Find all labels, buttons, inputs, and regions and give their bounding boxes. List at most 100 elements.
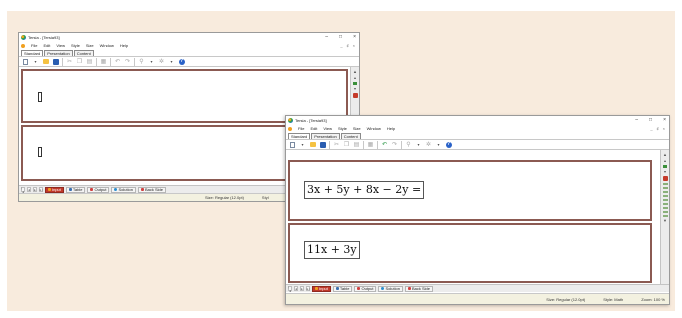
redo-icon[interactable]: ↷ (124, 58, 131, 65)
menu-edit[interactable]: Edit (310, 126, 317, 131)
last-tab-button[interactable]: ►| (39, 187, 43, 192)
doc-close-button[interactable]: × (663, 126, 665, 131)
doc-minimize-button[interactable]: _ (340, 43, 342, 48)
menu-style[interactable]: Style (71, 43, 80, 48)
format-icon[interactable]: ▦ (367, 141, 374, 148)
tab-output[interactable]: Output (87, 186, 110, 193)
tab-solution[interactable]: Solution (111, 186, 136, 193)
new-icon[interactable] (22, 58, 29, 65)
vertical-scrollbar[interactable]: ▲ ▴ ▾ ▼ (660, 150, 669, 284)
menu-window[interactable]: Window (100, 43, 114, 48)
tab-solution[interactable]: Solution (378, 285, 403, 292)
tab-input[interactable]: Input (312, 285, 331, 292)
close-button[interactable]: × (663, 118, 666, 123)
next-tab-button[interactable]: ► (33, 187, 37, 192)
empty-expression-box[interactable] (38, 92, 42, 102)
expression-output[interactable]: 11x + 3y (304, 241, 360, 259)
chevron-down-icon[interactable]: ▾ (168, 58, 175, 65)
undo-icon[interactable]: ↶ (114, 58, 121, 65)
input-icon (315, 287, 318, 290)
expression-input[interactable]: 3x + 5y + 8x − 2y = (304, 181, 425, 199)
document-icon[interactable] (288, 126, 292, 131)
prev-tab-button[interactable]: ◄ (294, 286, 298, 291)
zoom-icon[interactable]: ⚲ (405, 141, 412, 148)
open-icon[interactable] (309, 141, 316, 148)
tab-table[interactable]: Table (65, 186, 86, 193)
chevron-down-icon[interactable]: ▾ (148, 58, 155, 65)
toolbar-tab-content[interactable]: Content (73, 50, 94, 56)
chevron-down-icon[interactable]: ▾ (415, 141, 422, 148)
document-icon[interactable] (21, 43, 25, 48)
menu-view[interactable]: View (56, 43, 65, 48)
menu-help[interactable]: Help (120, 43, 128, 48)
prev-tab-button[interactable]: ◄ (27, 187, 31, 192)
toolbar-tab-presentation[interactable]: Presentation (44, 50, 73, 56)
empty-expression-box[interactable] (38, 147, 42, 157)
paste-icon[interactable]: ▤ (86, 58, 93, 65)
close-button[interactable]: × (353, 35, 356, 40)
minimize-button[interactable]: – (635, 118, 638, 123)
last-tab-button[interactable]: ►| (306, 286, 310, 291)
cut-icon[interactable]: ✂ (66, 58, 73, 65)
zoom-icon[interactable]: ⚲ (138, 58, 145, 65)
doc-minimize-button[interactable]: _ (650, 126, 652, 131)
scroll-thumb[interactable] (352, 93, 358, 98)
scroll-down-icon[interactable]: ▾ (353, 87, 357, 91)
menu-view[interactable]: View (323, 126, 332, 131)
redo-icon[interactable]: ↷ (391, 141, 398, 148)
new-icon[interactable] (289, 141, 296, 148)
doc-restore-button[interactable]: ♯ (657, 126, 659, 131)
chevron-down-icon[interactable]: ▾ (299, 141, 306, 148)
tab-back-side[interactable]: Back Side (404, 285, 433, 292)
minimize-button[interactable]: – (325, 35, 328, 40)
menu-style[interactable]: Style (338, 126, 347, 131)
toolbar-tab-presentation[interactable]: Presentation (311, 133, 340, 139)
scroll-up-icon[interactable]: ▴ (663, 159, 667, 163)
format-icon[interactable]: ▦ (100, 58, 107, 65)
tab-output[interactable]: Output (354, 285, 377, 292)
chevron-down-icon[interactable]: ▾ (32, 58, 39, 65)
cut-icon[interactable]: ✂ (333, 141, 340, 148)
settings-icon[interactable]: ✲ (158, 58, 165, 65)
scroll-up-icon[interactable]: ▲ (353, 70, 357, 74)
menu-edit[interactable]: Edit (43, 43, 50, 48)
scroll-up-icon[interactable]: ▴ (353, 76, 357, 80)
doc-restore-button[interactable]: ♯ (347, 43, 349, 48)
open-icon[interactable] (42, 58, 49, 65)
menu-size[interactable]: Size (353, 126, 361, 131)
first-tab-button[interactable]: |◄ (288, 285, 292, 293)
help-icon[interactable]: ? (178, 58, 185, 65)
settings-icon[interactable]: ✲ (425, 141, 432, 148)
maximize-button[interactable]: □ (649, 118, 652, 123)
scroll-thumb[interactable] (662, 176, 668, 181)
chevron-down-icon[interactable]: ▾ (435, 141, 442, 148)
output-sheet[interactable]: 11x + 3y (288, 223, 652, 283)
copy-icon[interactable]: ❐ (343, 141, 350, 148)
next-tab-button[interactable]: ► (300, 286, 304, 291)
doc-close-button[interactable]: × (353, 43, 355, 48)
menu-help[interactable]: Help (387, 126, 395, 131)
copy-icon[interactable]: ❐ (76, 58, 83, 65)
indicator-icon (353, 82, 357, 85)
undo-icon[interactable]: ↶ (381, 141, 388, 148)
help-icon[interactable]: ? (445, 141, 452, 148)
save-icon[interactable] (52, 58, 59, 65)
menu-window[interactable]: Window (367, 126, 381, 131)
maximize-button[interactable]: □ (339, 35, 342, 40)
save-icon[interactable] (319, 141, 326, 148)
tab-back-side[interactable]: Back Side (137, 186, 166, 193)
menu-file[interactable]: File (31, 43, 37, 48)
first-tab-button[interactable]: |◄ (21, 186, 25, 194)
toolbar-tab-standard[interactable]: Standard (21, 50, 44, 56)
menu-file[interactable]: File (298, 126, 304, 131)
toolbar-tab-content[interactable]: Content (340, 133, 361, 139)
toolbar-tab-standard[interactable]: Standard (288, 133, 311, 139)
menu-size[interactable]: Size (86, 43, 94, 48)
scroll-down-icon[interactable]: ▼ (663, 219, 667, 223)
tab-input[interactable]: Input (45, 186, 64, 193)
scroll-down-icon[interactable]: ▾ (663, 170, 667, 174)
scroll-up-icon[interactable]: ▲ (663, 153, 667, 157)
paste-icon[interactable]: ▤ (353, 141, 360, 148)
input-sheet[interactable]: 3x + 5y + 8x − 2y = (288, 160, 652, 221)
tab-table[interactable]: Table (332, 285, 353, 292)
